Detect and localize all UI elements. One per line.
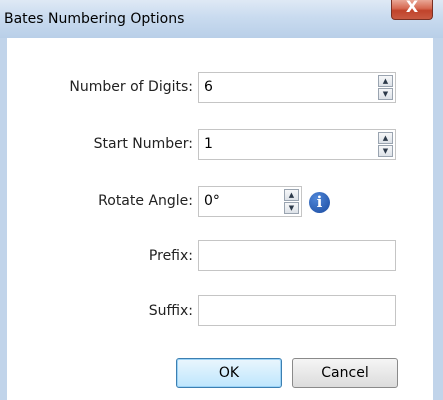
title-bar: Bates Numbering Options	[0, 0, 443, 38]
prefix-input[interactable]	[198, 240, 396, 271]
prefix-label: Prefix:	[148, 248, 193, 264]
rotate-angle-value: 0°	[204, 193, 220, 209]
rotate-angle-label: Rotate Angle:	[98, 193, 193, 209]
cancel-button[interactable]: Cancel	[292, 358, 398, 388]
digits-spinner[interactable]: ▲ ▼	[378, 75, 393, 100]
start-number-input[interactable]: 1 ▲ ▼	[198, 129, 396, 160]
spin-up-icon[interactable]: ▲	[284, 189, 299, 201]
spin-down-icon[interactable]: ▼	[284, 202, 299, 214]
info-icon[interactable]: i	[309, 192, 330, 213]
spin-down-icon[interactable]: ▼	[378, 145, 393, 157]
ok-button[interactable]: OK	[176, 358, 282, 388]
spin-down-icon[interactable]: ▼	[378, 88, 393, 100]
suffix-label: Suffix:	[148, 303, 193, 319]
close-button[interactable]: X	[391, 0, 433, 20]
suffix-input[interactable]	[198, 295, 396, 326]
start-number-label: Start Number:	[93, 136, 193, 152]
rotate-angle-spinner[interactable]: ▲ ▼	[284, 189, 299, 214]
window-frame-left	[0, 38, 7, 400]
rotate-angle-input[interactable]: 0° ▲ ▼	[198, 186, 302, 217]
spin-up-icon[interactable]: ▲	[378, 75, 393, 87]
digits-input[interactable]: 6 ▲ ▼	[198, 72, 396, 103]
digits-label: Number of Digits:	[69, 79, 193, 95]
start-number-spinner[interactable]: ▲ ▼	[378, 132, 393, 157]
spin-up-icon[interactable]: ▲	[378, 132, 393, 144]
digits-value: 6	[204, 79, 213, 95]
window-title: Bates Numbering Options	[4, 11, 185, 27]
window-frame-right	[433, 38, 443, 400]
close-icon: X	[405, 0, 419, 16]
start-number-value: 1	[204, 136, 213, 152]
